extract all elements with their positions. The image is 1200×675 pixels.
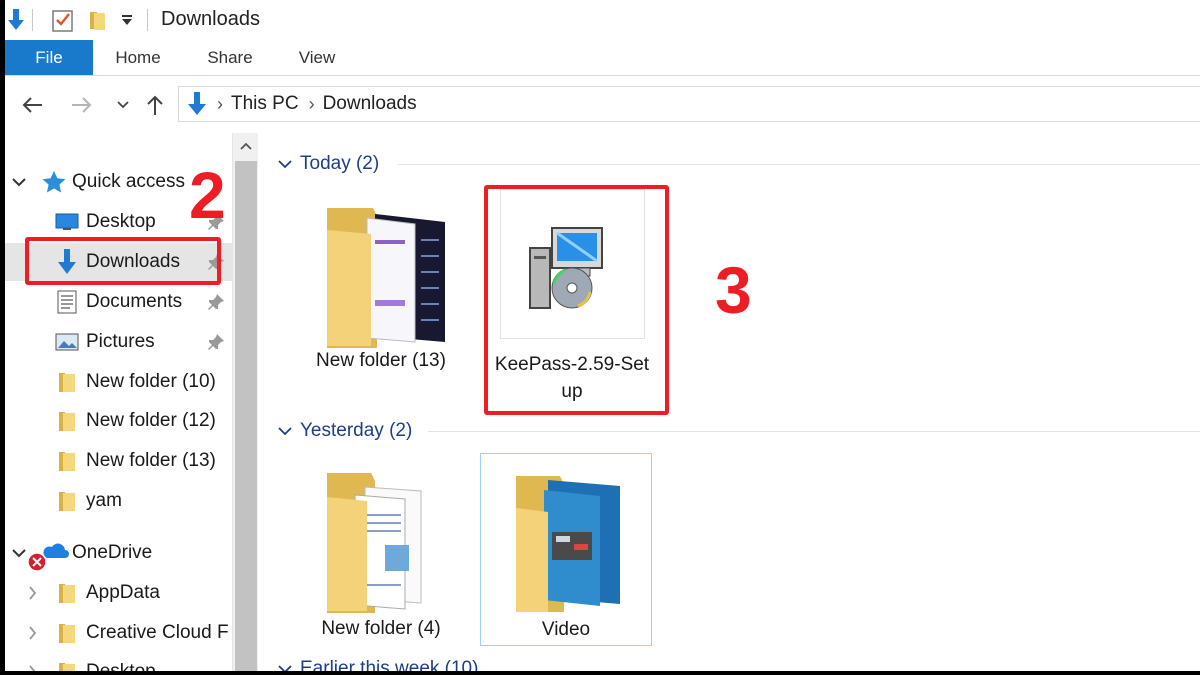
sidebar-item-new-folder-13[interactable]: New folder (13) [5,442,232,480]
sidebar-item-yam[interactable]: yam [5,482,232,520]
sidebar-item-creative-cloud[interactable]: Creative Cloud F [5,614,232,652]
sidebar-item-label: New folder (12) [86,410,216,431]
expand-chevron-icon[interactable] [25,585,39,601]
expand-chevron-icon[interactable] [25,625,39,641]
collapse-chevron-icon[interactable] [278,426,292,436]
sidebar-item-label: Desktop [86,211,156,232]
annotation-box-downloads [25,237,221,285]
folder-icon [58,622,76,649]
group-header-earlier-this-week[interactable]: Earlier this week (10) [258,655,1200,671]
ribbon-tabs: File Home Share View [5,40,1200,76]
pictures-icon [55,332,79,357]
recent-locations-chevron-icon[interactable] [113,91,133,119]
folder-icon [58,661,76,671]
star-icon [41,170,67,199]
collapse-chevron-icon[interactable] [278,159,292,169]
sidebar-item-documents[interactable]: Documents [5,283,232,321]
file-item-new-folder-13[interactable]: New folder (13) [295,190,467,390]
sidebar-item-label: Documents [86,291,183,312]
folder-with-docs-icon [325,200,445,353]
sidebar-item-label: OneDrive [72,542,153,563]
sidebar-item-onedrive-desktop[interactable]: Desktop [5,653,232,671]
folder-with-docs-icon [325,465,435,618]
sidebar-item-label: New folder (10) [86,371,216,392]
download-arrow-icon [5,6,27,34]
breadcrumb-this-pc[interactable]: This PC [231,93,299,115]
sidebar-item-label: yam [86,490,122,511]
pin-icon[interactable] [207,293,225,316]
file-explorer-window: Downloads File Home Share View › This PC… [5,0,1200,671]
file-name: New folder (13) [316,350,446,371]
sidebar-item-pictures[interactable]: Pictures [5,323,232,361]
tab-view[interactable]: View [288,40,346,75]
group-header-label: Yesterday (2) [300,420,413,441]
pin-icon[interactable] [207,333,225,356]
folder-with-images-icon [514,472,624,617]
scrollbar-thumb[interactable] [235,161,257,671]
folder-icon [58,371,76,398]
tab-file[interactable]: File [5,40,93,75]
tab-share[interactable]: Share [198,40,262,75]
folder-icon [58,410,76,437]
forward-arrow-icon[interactable] [67,91,97,119]
new-folder-icon[interactable] [85,6,111,34]
title-bar: Downloads [5,0,1200,40]
group-header-label: Today (2) [300,153,380,174]
expand-chevron-icon[interactable] [25,664,39,671]
collapse-chevron-icon[interactable] [278,664,292,671]
customize-toolbar-dropdown-icon[interactable] [117,6,137,34]
sidebar-item-label: Creative Cloud F [86,622,229,643]
group-header-today[interactable]: Today (2) [258,150,1200,178]
tab-home[interactable]: Home [105,40,171,75]
expand-chevron-icon[interactable] [11,175,27,189]
file-name: Video [541,619,591,640]
up-arrow-icon[interactable] [143,91,167,119]
annotation-step-2: 2 [189,158,226,232]
sidebar-item-appdata[interactable]: AppData [5,574,232,612]
group-header-yesterday[interactable]: Yesterday (2) [258,417,1200,445]
sidebar-item-label: Quick access [72,171,185,192]
desktop-icon [55,212,79,237]
navigation-row: › This PC › Downloads [5,77,1200,133]
sidebar-item-new-folder-10[interactable]: New folder (10) [5,363,232,401]
window-title: Downloads [161,8,260,30]
address-bar[interactable]: › This PC › Downloads [178,86,1200,122]
sidebar-item-label: Desktop [86,661,156,671]
sidebar-item-label: AppData [86,582,160,603]
group-header-label: Earlier this week (10) [300,658,479,671]
folder-icon [58,450,76,477]
folder-icon [58,582,76,609]
sidebar-item-label: Pictures [86,331,155,352]
file-item-new-folder-4[interactable]: New folder (4) [295,455,467,647]
breadcrumb-downloads[interactable]: Downloads [323,93,417,115]
annotation-step-3: 3 [715,253,752,327]
sidebar-item-new-folder-12[interactable]: New folder (12) [5,402,232,440]
folder-icon [58,490,76,517]
file-list-pane: Today (2) New folder (13) KeePass-2.59-S… [258,133,1200,671]
nav-pane-scrollbar[interactable] [232,133,258,671]
back-arrow-icon[interactable] [17,91,47,119]
sidebar-item-label: New folder (13) [86,450,216,471]
breadcrumb-separator[interactable]: › [309,94,315,115]
download-arrow-icon [187,92,207,116]
sidebar-item-onedrive[interactable]: OneDrive [5,534,232,572]
scroll-up-chevron-icon[interactable] [233,133,259,159]
properties-checkbox-icon[interactable] [49,6,77,34]
file-name: New folder (4) [321,618,441,639]
documents-icon [57,290,77,319]
breadcrumb-separator[interactable]: › [217,94,223,115]
expand-chevron-icon[interactable] [11,546,27,560]
file-item-video[interactable]: Video [480,453,652,646]
annotation-box-keepass [484,185,669,415]
